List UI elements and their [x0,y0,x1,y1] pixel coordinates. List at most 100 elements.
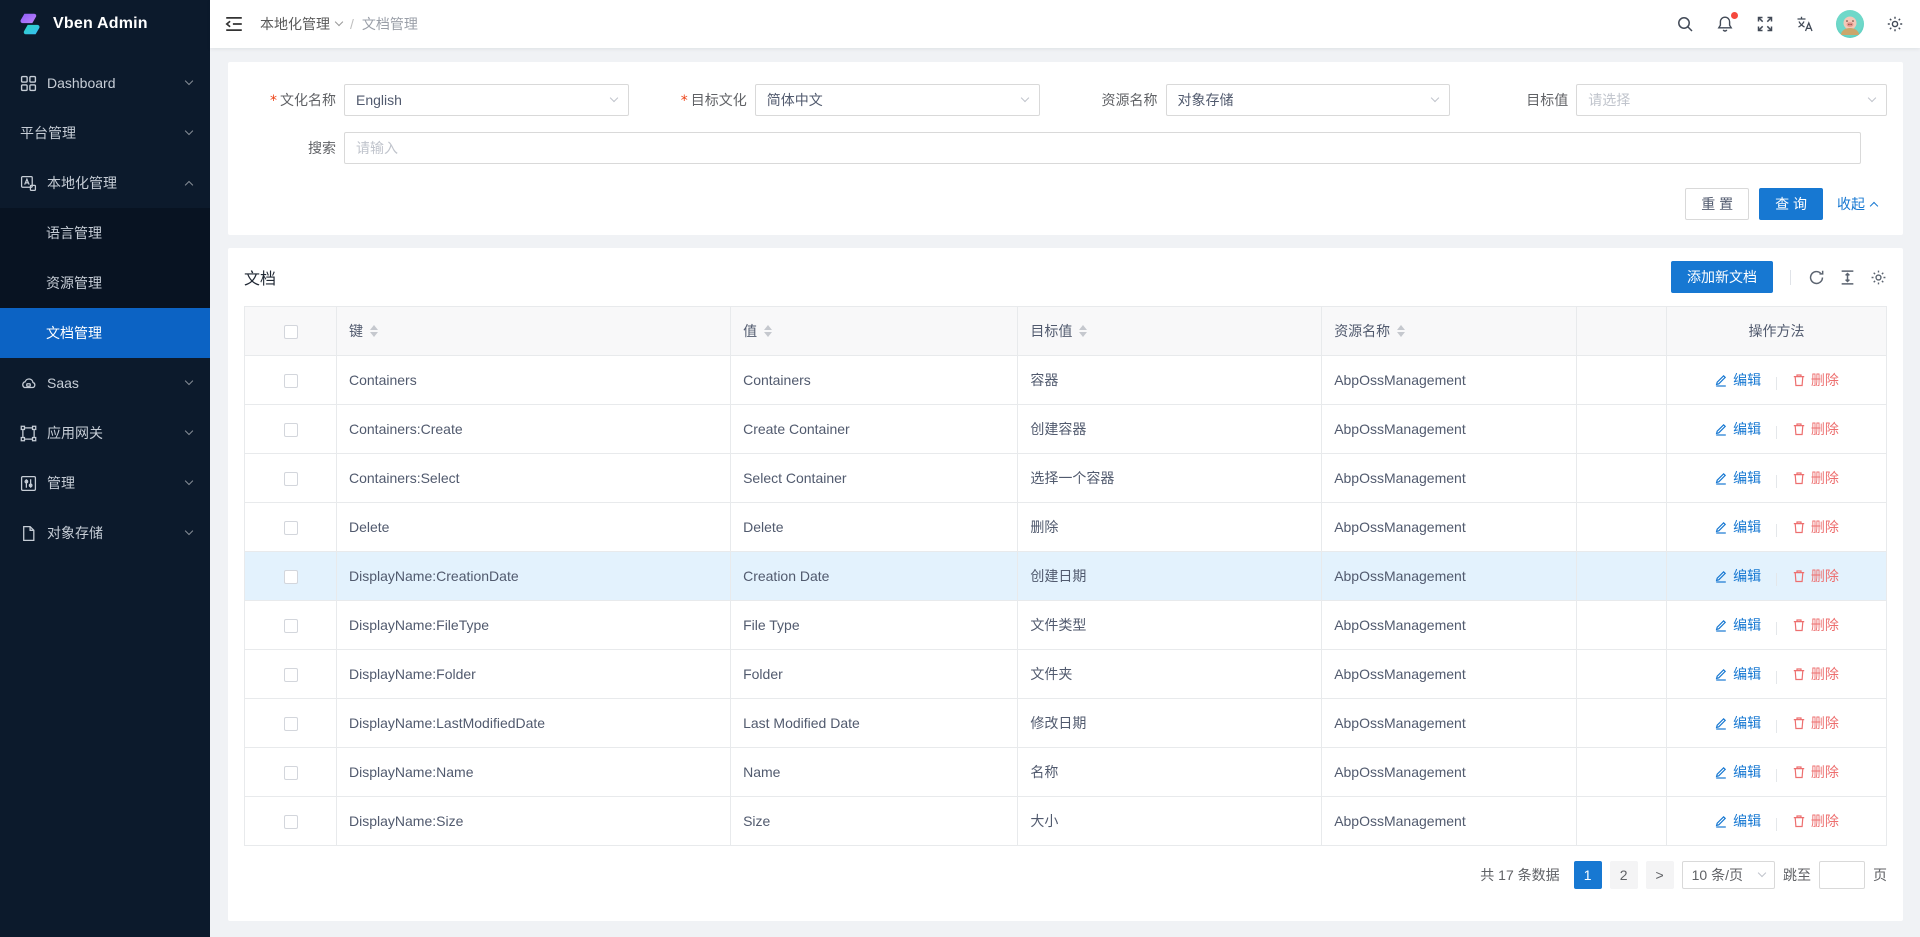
edit-button[interactable]: 编辑 [1714,615,1761,635]
edit-button[interactable]: 编辑 [1714,762,1761,782]
trash-icon [1792,716,1806,730]
action-divider [1776,426,1777,439]
sidebar-item-resource-mgmt[interactable]: 资源管理 [0,258,210,308]
sidebar-item-document-mgmt[interactable]: 文档管理 [0,308,210,358]
table-row[interactable]: DisplayName:Name Name 名称 AbpOssManagemen… [245,748,1887,797]
query-button[interactable]: 查 询 [1759,188,1823,220]
next-page-button[interactable]: > [1646,861,1674,889]
page-button-1[interactable]: 1 [1574,861,1602,889]
dashboard-icon [20,75,37,92]
culture-select-value: English [356,92,402,108]
table-row[interactable]: Containers:Select Select Container 选择一个容… [245,454,1887,503]
action-divider [1776,720,1777,733]
breadcrumb-parent[interactable]: 本地化管理 [260,14,342,34]
page-size-value: 10 条/页 [1692,865,1743,885]
search-icon[interactable] [1676,15,1694,33]
sort-control[interactable] [764,325,772,337]
collapse-link[interactable]: 收起 [1837,194,1877,214]
bell-icon[interactable] [1716,15,1734,33]
target-value-select[interactable]: 请选择 [1576,84,1887,116]
table-title: 文档 [244,265,276,289]
sidebar-item-object-storage[interactable]: 对象存储 [0,508,210,558]
edit-button[interactable]: 编辑 [1714,664,1761,684]
row-checkbox[interactable] [284,766,298,780]
sidebar-menu: Dashboard 平台管理 本地化管理 [0,48,210,937]
resource-select[interactable]: 对象存储 [1166,84,1451,116]
cell-empty [1576,405,1666,454]
table-row[interactable]: DisplayName:CreationDate Creation Date 创… [245,552,1887,601]
table-row[interactable]: Containers Containers 容器 AbpOssManagemen… [245,356,1887,405]
cell-empty [1576,699,1666,748]
page-button-2[interactable]: 2 [1610,861,1638,889]
sidebar-item-language-mgmt[interactable]: 语言管理 [0,208,210,258]
sidebar-item-saas[interactable]: Saas [0,358,210,408]
sort-control[interactable] [1079,325,1087,337]
delete-button[interactable]: 删除 [1792,664,1839,684]
cell-resource: AbpOssManagement [1322,454,1577,503]
delete-button[interactable]: 删除 [1792,517,1839,537]
row-checkbox[interactable] [284,423,298,437]
redo-icon[interactable] [1808,269,1825,286]
row-checkbox[interactable] [284,521,298,535]
edit-button[interactable]: 编辑 [1714,566,1761,586]
delete-button[interactable]: 删除 [1792,566,1839,586]
cell-key: DisplayName:LastModifiedDate [337,699,731,748]
row-checkbox[interactable] [284,619,298,633]
delete-button[interactable]: 删除 [1792,468,1839,488]
search-label: 搜索 [244,138,336,158]
row-height-icon[interactable] [1839,269,1856,286]
row-checkbox[interactable] [284,570,298,584]
edit-button[interactable]: 编辑 [1714,517,1761,537]
page-size-select[interactable]: 10 条/页 [1682,861,1775,889]
filter-actions: 重 置 查 询 收起 [244,188,1887,220]
sidebar-item-gateway[interactable]: 应用网关 [0,408,210,458]
cell-resource: AbpOssManagement [1322,552,1577,601]
sort-control[interactable] [370,325,378,337]
culture-field: 文化名称 English [244,84,655,116]
table-row[interactable]: DisplayName:Folder Folder 文件夹 AbpOssMana… [245,650,1887,699]
edit-button[interactable]: 编辑 [1714,419,1761,439]
edit-pencil-icon [1714,373,1728,387]
table-row[interactable]: DisplayName:FileType File Type 文件类型 AbpO… [245,601,1887,650]
edit-button[interactable]: 编辑 [1714,811,1761,831]
table-row[interactable]: Containers:Create Create Container 创建容器 … [245,405,1887,454]
delete-button[interactable]: 删除 [1792,713,1839,733]
jump-page-input[interactable] [1819,861,1865,889]
row-checkbox[interactable] [284,374,298,388]
fullscreen-icon[interactable] [1756,15,1774,33]
row-checkbox[interactable] [284,472,298,486]
table-row[interactable]: DisplayName:LastModifiedDate Last Modifi… [245,699,1887,748]
sidebar-fold-icon[interactable] [224,14,244,34]
sidebar-item-manage[interactable]: 管理 [0,458,210,508]
delete-button[interactable]: 删除 [1792,370,1839,390]
search-input[interactable] [344,132,1861,164]
sidebar-item-dashboard[interactable]: Dashboard [0,58,210,108]
settings-icon[interactable] [1886,15,1904,33]
edit-button[interactable]: 编辑 [1714,370,1761,390]
table-row[interactable]: DisplayName:Size Size 大小 AbpOssManagemen… [245,797,1887,846]
row-checkbox[interactable] [284,668,298,682]
row-checkbox[interactable] [284,815,298,829]
row-checkbox[interactable] [284,717,298,731]
sort-control[interactable] [1397,325,1405,337]
target-culture-select[interactable]: 简体中文 [755,84,1040,116]
avatar[interactable] [1836,10,1864,38]
sidebar-item-localization[interactable]: 本地化管理 [0,158,210,208]
cell-resource: AbpOssManagement [1322,356,1577,405]
column-settings-icon[interactable] [1870,269,1887,286]
logo[interactable]: Vben Admin [0,0,210,48]
table-row[interactable]: Delete Delete 删除 AbpOssManagement [245,503,1887,552]
reset-button[interactable]: 重 置 [1685,188,1749,220]
select-all-checkbox[interactable] [284,325,298,339]
delete-button[interactable]: 删除 [1792,419,1839,439]
add-document-button[interactable]: 添加新文档 [1671,261,1773,293]
delete-button[interactable]: 删除 [1792,811,1839,831]
translate-icon[interactable] [1796,15,1814,33]
delete-button[interactable]: 删除 [1792,762,1839,782]
edit-button[interactable]: 编辑 [1714,713,1761,733]
edit-button[interactable]: 编辑 [1714,468,1761,488]
cell-key: DisplayName:Folder [337,650,731,699]
delete-button[interactable]: 删除 [1792,615,1839,635]
culture-select[interactable]: English [344,84,629,116]
sidebar-item-platform[interactable]: 平台管理 [0,108,210,158]
